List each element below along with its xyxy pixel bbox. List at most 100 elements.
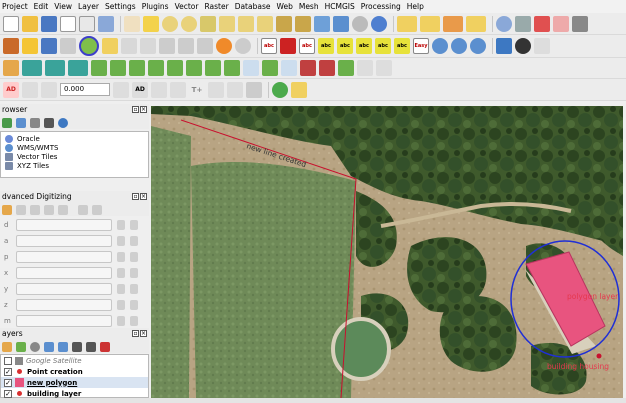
reverse-line-icon[interactable] (243, 60, 259, 76)
delete-part-icon[interactable] (186, 60, 202, 76)
move-label-icon[interactable]: abc (337, 38, 353, 54)
measure-icon[interactable] (572, 15, 588, 32)
zoom-next-icon[interactable] (295, 15, 311, 32)
layer-visibility-checkbox[interactable]: ✓ (4, 367, 12, 376)
split-parts-icon[interactable] (300, 60, 316, 76)
menu-processing[interactable]: Processing (361, 2, 401, 11)
lock-icon[interactable] (117, 300, 125, 310)
lock-icon[interactable] (117, 268, 125, 278)
pan-to-selection-icon[interactable] (143, 15, 159, 32)
menu-settings[interactable]: Settings (105, 2, 136, 11)
lock-icon[interactable] (117, 252, 125, 262)
digitize-line-icon[interactable] (60, 38, 76, 54)
form-annotation-icon[interactable] (208, 81, 224, 98)
layer-visibility-checkbox[interactable]: ✓ (4, 389, 12, 398)
globe-icon[interactable] (470, 38, 486, 54)
opacity-input[interactable]: 0.000 (60, 83, 110, 96)
deselect-annotation-icon[interactable] (151, 81, 167, 98)
repeat-lock-icon[interactable] (130, 284, 138, 294)
menu-plugins[interactable]: Plugins (142, 2, 169, 11)
menu-database[interactable]: Database (235, 2, 271, 11)
metasearch-icon[interactable] (432, 38, 448, 54)
redo-icon[interactable] (235, 38, 251, 54)
menu-vector[interactable]: Vector (175, 2, 199, 11)
add-polygon-feature-icon[interactable] (79, 36, 99, 56)
browser-item-xyz-tiles[interactable]: XYZ Tiles (1, 161, 148, 170)
collapse-all-icon[interactable] (86, 341, 96, 352)
merge-attributes-icon[interactable] (338, 60, 354, 76)
move-feature-icon[interactable] (22, 60, 42, 76)
rotate-label-icon[interactable]: abc (356, 38, 372, 54)
menu-layer[interactable]: Layer (78, 2, 99, 11)
paste-features-icon[interactable] (197, 38, 213, 54)
delete-ring-icon[interactable] (167, 60, 183, 76)
menu-mesh[interactable]: Mesh (299, 2, 319, 11)
p-field[interactable] (16, 251, 112, 263)
save-as-icon[interactable] (60, 15, 76, 32)
blend-icon[interactable] (41, 81, 57, 98)
lock-icon[interactable] (117, 316, 125, 326)
vertex-tool-icon[interactable] (102, 38, 118, 54)
annotation-ad-icon[interactable]: AD (132, 81, 148, 98)
zoom-full-icon[interactable] (200, 15, 216, 32)
repeat-lock-icon[interactable] (130, 300, 138, 310)
close-panel-icon[interactable]: × (140, 193, 147, 200)
building-point[interactable] (596, 353, 602, 359)
merge-features-icon[interactable] (319, 60, 335, 76)
y-field[interactable] (16, 283, 112, 295)
search-web-icon[interactable] (451, 38, 467, 54)
zoom-layer-icon[interactable] (238, 15, 254, 32)
select-location-icon[interactable] (466, 15, 486, 32)
add-group-icon[interactable] (16, 341, 26, 352)
fade-icon[interactable] (22, 81, 38, 98)
split-features-icon[interactable] (281, 60, 297, 76)
refresh-icon[interactable] (371, 15, 387, 32)
layer-row-new-polygon[interactable]: ✓ new polygon (1, 377, 148, 388)
z-field[interactable] (16, 299, 112, 311)
repeat-lock-icon[interactable] (130, 236, 138, 246)
browser-item-vector-tiles[interactable]: Vector Tiles (1, 152, 148, 161)
simplify-feature-icon[interactable] (91, 60, 107, 76)
current-edits-icon[interactable] (3, 38, 19, 54)
browser-item-oracle[interactable]: Oracle (1, 134, 148, 143)
python-console-icon[interactable] (496, 38, 512, 54)
rotate-feature-icon[interactable] (68, 60, 88, 76)
new-map-view-icon[interactable] (314, 15, 330, 32)
refresh-browser-icon[interactable] (2, 117, 12, 128)
copy-features-icon[interactable] (178, 38, 194, 54)
svg-annotation-icon[interactable] (246, 81, 262, 98)
layer-visibility-checkbox[interactable]: ✓ (4, 378, 12, 387)
map-canvas[interactable]: new line created polygon layer building … (151, 106, 623, 398)
pan-icon[interactable] (124, 15, 140, 32)
new-project-icon[interactable] (3, 15, 19, 32)
copy-move-icon[interactable] (45, 60, 65, 76)
cut-features-icon[interactable] (159, 38, 175, 54)
float-panel-icon[interactable]: ▫ (132, 330, 139, 337)
reshape-icon[interactable] (205, 60, 221, 76)
layer-visibility-checkbox[interactable] (4, 356, 12, 365)
manage-visibility-icon[interactable] (30, 341, 40, 352)
undo-icon[interactable] (216, 38, 232, 54)
plugin-star-icon[interactable] (515, 38, 531, 54)
text-annotation-icon[interactable]: T+ (189, 82, 205, 98)
collapse-all-icon[interactable] (44, 117, 54, 128)
statistics-icon[interactable] (553, 15, 569, 32)
layer-row-point-creation[interactable]: ✓ Point creation (1, 366, 148, 377)
offset-symbols-icon[interactable] (376, 60, 392, 76)
construction-icon[interactable] (16, 204, 26, 215)
layer-row-google-satellite[interactable]: Google Satellite (1, 355, 148, 366)
float-panel-icon[interactable]: ▫ (132, 106, 139, 113)
add-part-icon[interactable] (129, 60, 145, 76)
filter-icon[interactable] (30, 117, 40, 128)
select-features-icon[interactable] (397, 15, 417, 32)
remove-layer-icon[interactable] (100, 341, 110, 352)
temporal-controller-icon[interactable] (352, 15, 368, 32)
zoom-selection-icon[interactable] (219, 15, 235, 32)
label-toolbar-icon[interactable]: abc (261, 38, 277, 54)
deselect-icon[interactable] (443, 15, 463, 32)
new-3d-map-icon[interactable] (333, 15, 349, 32)
repeat-lock-icon[interactable] (130, 268, 138, 278)
offset-curve-icon[interactable] (224, 60, 240, 76)
close-panel-icon[interactable]: × (140, 330, 147, 337)
snapping-icon[interactable] (58, 204, 68, 215)
